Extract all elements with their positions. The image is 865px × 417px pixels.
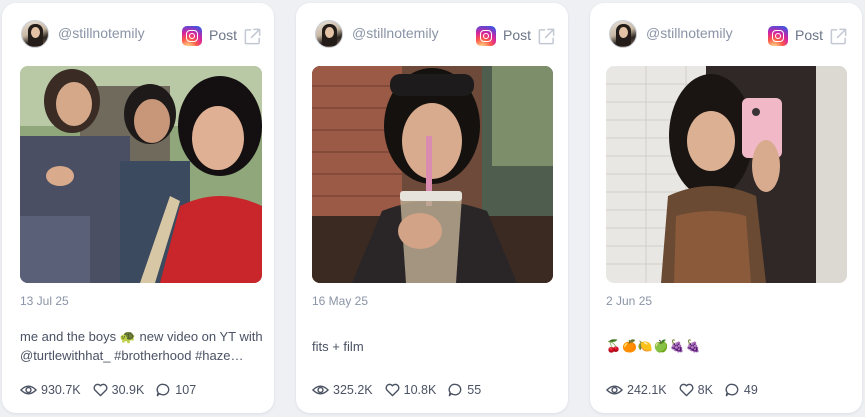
post-date: 13 Jul 25: [20, 294, 69, 308]
external-link-icon[interactable]: [243, 27, 262, 46]
comments-stat: 55: [448, 383, 481, 397]
comment-icon: [156, 383, 170, 397]
comments-stat: 49: [725, 383, 758, 397]
comments-stat: 107: [156, 383, 196, 397]
post-card-2[interactable]: @stillnotemily Post 16 May 25 fits + fil…: [296, 3, 568, 413]
heart-icon: [93, 383, 108, 397]
post-photo[interactable]: [20, 66, 262, 283]
views-count: 242.1K: [627, 383, 667, 397]
instagram-icon: [182, 26, 202, 46]
caption-line: me and the boys 🐢 new video on YT with: [20, 329, 263, 344]
external-link-icon[interactable]: [829, 27, 848, 46]
post-stats: 325.2K 10.8K 55: [312, 381, 493, 399]
card-header: @stillnotemily Post: [296, 3, 568, 65]
card-header: @stillnotemily Post: [590, 3, 862, 65]
avatar[interactable]: [315, 20, 343, 48]
caption-line: @turtlewithhat_ #brotherhood #haze…: [20, 348, 244, 363]
post-stats: 930.7K 30.9K 107: [20, 381, 208, 399]
eye-icon: [312, 385, 329, 395]
views-stat: 930.7K: [20, 383, 81, 397]
username[interactable]: @stillnotemily: [352, 25, 439, 41]
caption-line: fits + film: [312, 339, 364, 354]
likes-stat: 30.9K: [93, 383, 145, 397]
instagram-icon: [768, 26, 788, 46]
post-photo[interactable]: [606, 66, 847, 283]
post-caption[interactable]: 🍒🍊🍋🍏🍇🍇: [606, 337, 850, 356]
card-header: @stillnotemily Post: [2, 3, 274, 65]
eye-icon: [20, 385, 37, 395]
post-photo[interactable]: [312, 66, 553, 283]
views-stat: 325.2K: [312, 383, 373, 397]
post-caption[interactable]: me and the boys 🐢 new video on YT with @…: [20, 327, 264, 365]
comments-count: 49: [743, 383, 758, 397]
post-caption[interactable]: fits + film: [312, 337, 556, 356]
comments-count: 107: [175, 383, 197, 397]
username[interactable]: @stillnotemily: [646, 25, 733, 41]
post-stats: 242.1K 8K 49: [606, 381, 770, 399]
eye-icon: [606, 385, 623, 395]
avatar[interactable]: [21, 20, 49, 48]
caption-line: 🍒🍊🍋🍏🍇🍇: [606, 339, 702, 353]
views-count: 325.2K: [333, 383, 373, 397]
likes-count: 8K: [697, 383, 713, 397]
post-card-3[interactable]: @stillnotemily Post 2 Jun 25 🍒🍊🍋🍏🍇🍇 242.…: [590, 3, 862, 413]
comments-count: 55: [467, 383, 482, 397]
post-date: 16 May 25: [312, 294, 369, 308]
comment-icon: [725, 383, 739, 397]
post-type-label: Post: [209, 27, 238, 43]
post-card-1[interactable]: @stillnotemily Post 13 Jul 25 me and the…: [2, 3, 274, 413]
views-stat: 242.1K: [606, 383, 667, 397]
external-link-icon[interactable]: [537, 27, 556, 46]
heart-icon: [385, 383, 400, 397]
heart-icon: [679, 383, 694, 397]
likes-count: 30.9K: [111, 383, 145, 397]
username[interactable]: @stillnotemily: [58, 25, 145, 41]
comment-icon: [448, 383, 462, 397]
likes-count: 10.8K: [403, 383, 437, 397]
views-count: 930.7K: [41, 383, 81, 397]
post-type-label: Post: [795, 27, 824, 43]
instagram-icon: [476, 26, 496, 46]
post-date: 2 Jun 25: [606, 294, 653, 308]
post-type-label: Post: [503, 27, 532, 43]
likes-stat: 8K: [679, 383, 713, 397]
likes-stat: 10.8K: [385, 383, 437, 397]
avatar[interactable]: [609, 20, 637, 48]
